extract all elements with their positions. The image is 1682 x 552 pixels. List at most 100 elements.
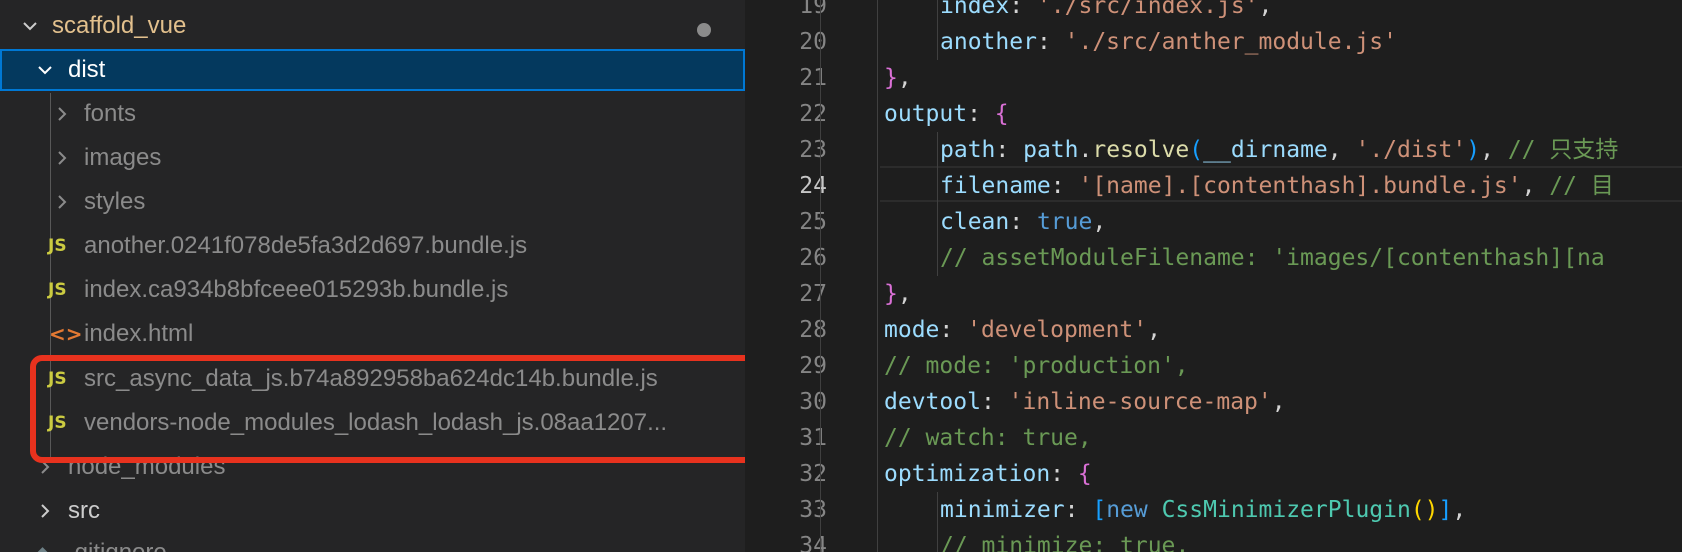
code-token: 'inline-source-map'	[1008, 389, 1272, 415]
code-editor[interactable]: 19 index: './src/index.js', 20 another: './…	[745, 0, 1682, 552]
tree-item-images[interactable]: images	[0, 137, 745, 179]
line-number: 28	[799, 317, 827, 343]
tree-item-index-html[interactable]: <> index.html	[0, 313, 745, 355]
code-token: ()	[1410, 497, 1439, 523]
code-line[interactable]: 19 index: './src/index.js',	[745, 0, 1682, 24]
code-text: clean: true,	[940, 204, 1106, 240]
chevron-right-icon	[52, 192, 72, 212]
line-number: 21	[799, 65, 827, 91]
code-token: index	[940, 0, 1010, 19]
code-token: :	[995, 137, 1024, 163]
indent-guide	[937, 132, 938, 276]
tree-item-label: vendors-node_modules_lodash_lodash_js.08…	[84, 409, 668, 436]
code-token: ,	[1480, 137, 1508, 163]
tree-item-node-modules[interactable]: node_modules	[0, 446, 745, 488]
code-line[interactable]: 23 path: path.resolve(__dirname, './dist'…	[745, 132, 1682, 168]
code-token: ,	[897, 65, 912, 91]
code-token: optimization	[884, 461, 1051, 487]
code-token: :	[967, 101, 995, 127]
code-token: ,	[1258, 0, 1273, 19]
tree-item-src-async-bundle-js[interactable]: JS src_async_data_js.b74a892958ba624dc14…	[0, 358, 745, 400]
code-token: :	[1064, 497, 1093, 523]
code-line[interactable]: 34 // minimize: true,	[745, 528, 1682, 552]
code-line[interactable]: 31 // watch: true,	[745, 420, 1682, 456]
code-line[interactable]: 21},	[745, 60, 1682, 96]
code-token: // 只支持	[1507, 137, 1619, 163]
tree-item-label: another.0241f078de5fa3d2d697.bundle.js	[84, 232, 528, 259]
line-number: 30	[799, 389, 827, 415]
code-line[interactable]: 28 mode: 'development',	[745, 312, 1682, 348]
code-line[interactable]: 27},	[745, 276, 1682, 312]
code-token: .	[1078, 137, 1093, 163]
tree-item-label: index.ca934b8bfceee015293b.bundle.js	[84, 276, 509, 303]
tree-item-label: images	[84, 144, 162, 171]
code-text: // assetModuleFilename: 'images/[content…	[940, 240, 1605, 276]
explorer-sidebar: scaffold_vue dist fonts images styles JS…	[0, 0, 745, 552]
code-token: 'development'	[967, 317, 1148, 343]
tree-item-vendors-bundle-js[interactable]: JS vendors-node_modules_lodash_lodash_js…	[0, 402, 745, 444]
code-text: },	[884, 276, 912, 312]
js-file-icon: JS	[48, 413, 67, 433]
code-line[interactable]: 30 devtool: 'inline-source-map',	[745, 384, 1682, 420]
code-text: devtool: 'inline-source-map',	[884, 384, 1286, 420]
tree-item-label: scaffold_vue	[52, 12, 187, 39]
tree-item-src[interactable]: src	[0, 490, 745, 532]
tree-item-dist[interactable]: dist	[0, 49, 745, 91]
code-token: :	[1009, 0, 1037, 19]
code-token: output	[884, 101, 968, 127]
chevron-right-icon	[52, 148, 72, 168]
tree-item-index-bundle-js[interactable]: JS index.ca934b8bfceee015293b.bundle.js	[0, 269, 745, 311]
code-token: './src/index.js'	[1036, 0, 1259, 19]
chevron-right-icon	[52, 104, 72, 124]
code-text: index: './src/index.js',	[940, 0, 1272, 24]
code-token: path	[940, 137, 996, 163]
code-token: resolve	[1092, 137, 1190, 163]
code-token: :	[980, 389, 1009, 415]
code-token: CssMinimizerPlugin	[1161, 497, 1411, 523]
chevron-down-icon	[35, 60, 55, 80]
tree-item-label: .gitignore	[68, 539, 167, 552]
indent-guide	[820, 0, 821, 552]
tree-item-label: fonts	[84, 100, 137, 127]
tree-item-styles[interactable]: styles	[0, 181, 745, 223]
code-token: mode	[884, 317, 940, 343]
line-number: 23	[799, 137, 827, 163]
html-file-icon: <>	[49, 322, 83, 346]
tree-item-fonts[interactable]: fonts	[0, 93, 745, 135]
code-token: // mode: 'production',	[884, 353, 1189, 379]
code-token: ,	[1452, 497, 1467, 523]
code-line[interactable]: 32 optimization: {	[745, 456, 1682, 492]
code-text: minimizer: [new CssMinimizerPlugin()],	[940, 492, 1466, 528]
tree-item-another-bundle-js[interactable]: JS another.0241f078de5fa3d2d697.bundle.j…	[0, 225, 745, 267]
code-line[interactable]: 29 // mode: 'production',	[745, 348, 1682, 384]
code-line[interactable]: 22 output: {	[745, 96, 1682, 132]
code-token: clean	[940, 209, 1010, 235]
tree-item-gitignore[interactable]: ◆ .gitignore	[0, 532, 745, 552]
code-line[interactable]: 24 filename: '[name].[contenthash].bundle…	[745, 168, 1682, 204]
line-number: 33	[799, 497, 827, 523]
code-text: filename: '[name].[contenthash].bundle.j…	[940, 168, 1614, 204]
git-file-icon: ◆	[36, 543, 49, 552]
code-token: }	[884, 281, 898, 307]
code-token: :	[1050, 461, 1078, 487]
code-token: :	[1036, 29, 1065, 55]
code-line[interactable]: 25 clean: true,	[745, 204, 1682, 240]
code-line[interactable]: 26 // assetModuleFilename: 'images/[conte…	[745, 240, 1682, 276]
code-token: // minimize: true,	[940, 533, 1190, 552]
code-token: :	[1009, 209, 1037, 235]
code-token: // assetModuleFilename: 'images/[content…	[940, 245, 1605, 271]
code-token: filename	[940, 173, 1051, 199]
code-token: )	[1466, 137, 1481, 163]
code-token: ,	[1147, 317, 1161, 343]
tree-item-scaffold-vue[interactable]: scaffold_vue	[0, 5, 745, 47]
code-line[interactable]: 20 another: './src/anther_module.js'	[745, 24, 1682, 60]
code-token: minimizer	[940, 497, 1065, 523]
code-token: ,	[897, 281, 912, 307]
line-number: 32	[799, 461, 827, 487]
code-text: // mode: 'production',	[884, 348, 1189, 384]
code-token: ,	[1521, 173, 1550, 199]
code-text: another: './src/anther_module.js'	[940, 24, 1397, 60]
code-line[interactable]: 33 minimizer: [new CssMinimizerPlugin()],	[745, 492, 1682, 528]
code-text: mode: 'development',	[884, 312, 1161, 348]
chevron-down-icon	[20, 16, 40, 36]
